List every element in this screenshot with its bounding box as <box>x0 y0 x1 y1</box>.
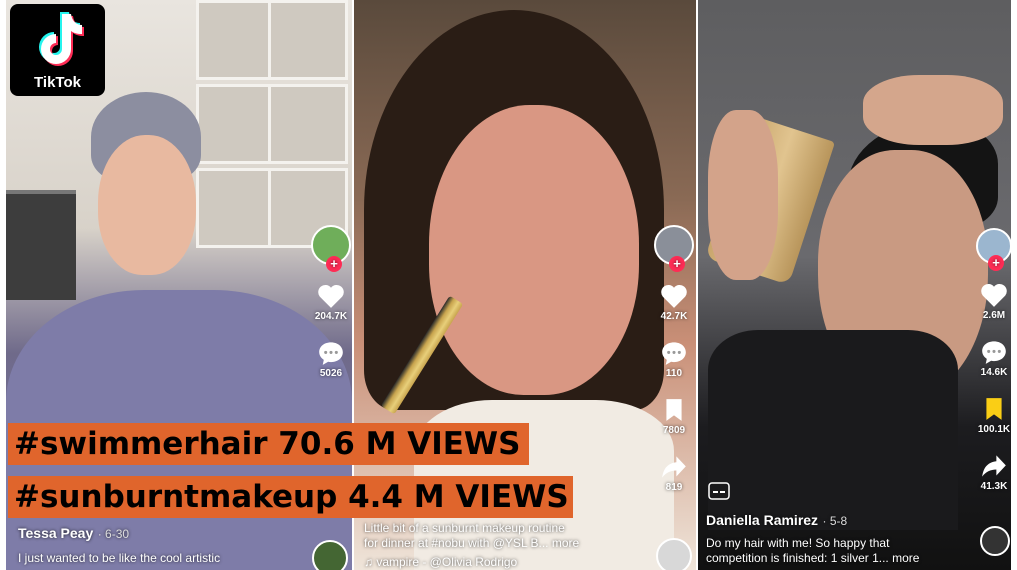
kitchen-cabinet <box>196 84 276 164</box>
comment-icon[interactable] <box>979 339 1009 365</box>
person-hand <box>863 75 1003 145</box>
saves-count: 7809 <box>662 425 686 436</box>
music-disc-icon[interactable] <box>980 526 1010 556</box>
comment-icon[interactable] <box>659 340 689 366</box>
likes-count: 42.7K <box>660 311 688 322</box>
post-date: · 6-30 <box>97 527 130 541</box>
video-description-line2[interactable]: competition is finished: 1 silver 1... m… <box>706 551 966 566</box>
comments-count: 5026 <box>319 368 343 379</box>
shares-count: 41.3K <box>980 481 1008 492</box>
comments-count: 14.6K <box>980 367 1008 378</box>
video-panel-hair[interactable]: + 2.6M 14.6K 100.1K 41.3K Daniella Ramir… <box>698 0 1011 570</box>
music-disc-icon[interactable] <box>312 540 348 570</box>
hashtag-banner-swimmerhair: #swimmerhair 70.6 M VIEWS <box>8 423 529 465</box>
heart-icon[interactable] <box>316 283 346 309</box>
creator-avatar[interactable]: + <box>654 225 694 272</box>
kitchen-cabinet <box>196 168 276 248</box>
bookmark-icon[interactable] <box>979 396 1009 422</box>
person-tank-top <box>708 330 958 530</box>
creator-username[interactable]: Daniella Ramirez <box>706 512 818 528</box>
action-rail: + 42.7K 110 7809 819 <box>654 225 694 493</box>
likes-count: 2.6M <box>982 310 1006 321</box>
post-date: · 5-8 <box>822 514 848 528</box>
music-track[interactable]: ♫ vampire - @Olivia Rodrigo <box>364 555 644 570</box>
video-description-line1[interactable]: Do my hair with me! So happy that <box>706 536 966 551</box>
share-icon[interactable] <box>659 454 689 480</box>
video-description-line2[interactable]: for dinner at #nobu with @YSL B... more <box>364 536 644 551</box>
action-rail: + 2.6M 14.6K 100.1K 41.3K <box>976 228 1011 492</box>
music-disc-icon[interactable] <box>656 538 692 570</box>
person-face <box>98 135 196 275</box>
captions-icon[interactable] <box>708 482 730 500</box>
video-description[interactable]: I just wanted to be like the cool artist… <box>18 551 318 566</box>
follow-plus-icon[interactable]: + <box>669 256 685 272</box>
hashtag-banner-sunburntmakeup: #sunburntmakeup 4.4 M VIEWS <box>8 476 573 518</box>
comments-count: 110 <box>665 368 683 379</box>
follow-plus-icon[interactable]: + <box>988 255 1004 271</box>
heart-icon[interactable] <box>979 282 1009 308</box>
tiktok-logo-text: TikTok <box>34 74 81 91</box>
likes-count: 204.7K <box>314 311 348 322</box>
action-rail: + 204.7K 5026 <box>311 225 351 379</box>
video-caption: Daniella Ramirez · 5-8 Do my hair with m… <box>706 512 966 566</box>
creator-avatar[interactable]: + <box>976 228 1011 271</box>
video-caption: Tessa Peay · 6-30 I just wanted to be li… <box>18 525 318 566</box>
comment-icon[interactable] <box>316 340 346 366</box>
creator-avatar[interactable]: + <box>311 225 351 272</box>
kitchen-cabinet <box>268 84 348 164</box>
saves-count: 100.1K <box>977 424 1011 435</box>
follow-plus-icon[interactable]: + <box>326 256 342 272</box>
tiktok-note-icon <box>39 12 84 66</box>
video-caption: Little bit of a sunburnt makeup routine … <box>364 521 644 570</box>
share-icon[interactable] <box>979 453 1009 479</box>
creator-username[interactable]: Tessa Peay <box>18 525 93 541</box>
kitchen-cabinet <box>196 0 276 80</box>
person-face <box>429 105 639 395</box>
tiktok-logo: TikTok <box>10 4 105 96</box>
bookmark-icon[interactable] <box>659 397 689 423</box>
heart-icon[interactable] <box>659 283 689 309</box>
person-hand <box>708 110 778 280</box>
shares-count: 819 <box>665 482 683 493</box>
video-description-line1[interactable]: Little bit of a sunburnt makeup routine <box>364 521 644 536</box>
kitchen-cabinet <box>268 0 348 80</box>
oven <box>6 190 76 300</box>
